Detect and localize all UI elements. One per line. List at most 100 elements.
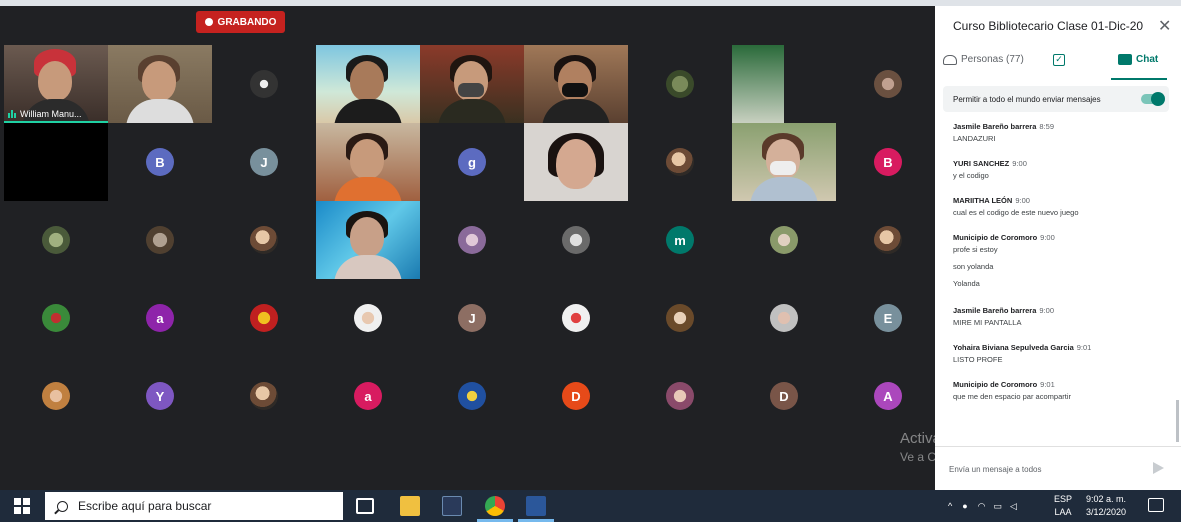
participant-tile[interactable] <box>212 279 316 357</box>
participant-tile[interactable] <box>732 123 836 201</box>
participant-tile[interactable] <box>4 357 108 435</box>
participant-tile[interactable] <box>212 45 316 123</box>
chevron-up-icon[interactable]: ^ <box>948 501 952 511</box>
participant-tile-featured[interactable]: William Manu... <box>4 45 108 123</box>
chat-message: MARIITHA LEÓN 9:00 cual es el codigo de e… <box>953 196 1163 217</box>
participant-tile[interactable] <box>316 201 420 279</box>
word-icon[interactable] <box>526 496 546 516</box>
participant-tile[interactable] <box>316 123 420 201</box>
participant-avatar: m <box>666 226 694 254</box>
chrome-icon[interactable] <box>485 496 505 516</box>
battery-icon[interactable]: ▭ <box>994 501 1003 512</box>
participant-tile[interactable]: E <box>836 279 940 357</box>
participant-tile[interactable] <box>628 123 732 201</box>
wifi-icon[interactable]: ◠ <box>978 501 986 512</box>
tab-chat-label: Chat <box>1136 54 1159 65</box>
participant-tile[interactable]: J <box>420 279 524 357</box>
send-icon[interactable] <box>1153 462 1164 474</box>
participant-tile[interactable]: D <box>732 357 836 435</box>
participant-tile[interactable] <box>524 123 628 201</box>
participant-tile[interactable] <box>108 45 212 123</box>
participant-avatar: J <box>250 148 278 176</box>
message-time: 9:00 <box>1015 196 1030 205</box>
participant-photo <box>562 226 590 254</box>
task-view-icon[interactable] <box>356 498 374 514</box>
notifications-icon[interactable] <box>1148 498 1164 512</box>
participant-tile[interactable] <box>732 279 836 357</box>
participant-tile[interactable] <box>420 201 524 279</box>
participant-tile[interactable]: D <box>524 357 628 435</box>
participant-tile[interactable] <box>212 357 316 435</box>
participant-avatar: J <box>458 304 486 332</box>
message-time: 9:00 <box>1040 233 1055 242</box>
message-text: cual es el codigo de este nuevo juego <box>953 208 1079 217</box>
message-author: MARIITHA LEÓN <box>953 196 1013 205</box>
participant-tile[interactable] <box>628 45 732 123</box>
participant-tile[interactable] <box>836 45 940 123</box>
microphone-icon[interactable]: ● <box>962 501 967 511</box>
participant-tile[interactable] <box>4 201 108 279</box>
participant-tile[interactable]: g <box>420 123 524 201</box>
participant-tile[interactable]: a <box>316 357 420 435</box>
participants-grid: William Manu... B J g B m a J E Y a D D … <box>4 45 940 438</box>
participant-photo <box>770 226 798 254</box>
allow-messages-toggle[interactable] <box>1141 92 1165 106</box>
message-text: que me den espacio par acompartir <box>953 392 1071 401</box>
windows-start-icon[interactable] <box>14 498 30 514</box>
participant-tile[interactable] <box>316 279 420 357</box>
participant-video <box>732 123 836 201</box>
participant-tile[interactable]: J <box>212 123 316 201</box>
participant-tile[interactable]: A <box>836 357 940 435</box>
message-text: Yolanda <box>953 279 980 288</box>
participant-tile[interactable] <box>628 357 732 435</box>
audio-level-icon <box>8 110 16 118</box>
participant-photo <box>666 382 694 410</box>
participant-tile[interactable]: m <box>628 201 732 279</box>
participant-tile[interactable]: B <box>108 123 212 201</box>
participant-tile[interactable]: a <box>108 279 212 357</box>
meeting-title: Curso Bibliotecario Clase 01-Dic-20 <box>953 19 1144 33</box>
tab-activities[interactable]: ✓ <box>1053 54 1065 66</box>
tab-chat[interactable]: Chat <box>1118 54 1158 65</box>
participant-avatar: Y <box>146 382 174 410</box>
file-explorer-icon[interactable] <box>400 496 420 516</box>
participant-tile[interactable]: Y <box>108 357 212 435</box>
participant-tile[interactable] <box>420 45 524 123</box>
watermark-title: Activar Windows <box>900 430 1011 447</box>
message-text: profe si estoy <box>953 245 998 254</box>
participant-tile[interactable]: B <box>836 123 940 201</box>
language-indicator[interactable]: ESP LAA <box>1054 490 1072 522</box>
app-icon[interactable] <box>442 496 462 516</box>
participant-tile[interactable] <box>4 279 108 357</box>
chat-scrollbar[interactable] <box>1176 400 1179 442</box>
volume-icon[interactable]: ◁ <box>1010 501 1017 512</box>
participant-tile[interactable] <box>628 279 732 357</box>
close-icon[interactable]: ✕ <box>1158 16 1171 36</box>
participant-tile[interactable] <box>316 45 420 123</box>
taskbar-search[interactable]: Escribe aquí para buscar <box>45 492 343 520</box>
participant-photo <box>458 226 486 254</box>
participant-tile[interactable] <box>212 201 316 279</box>
participant-tile[interactable] <box>4 123 108 201</box>
clock[interactable]: 9:02 a. m. 3/12/2020 <box>1086 490 1126 522</box>
windows-taskbar: Escribe aquí para buscar ^ ● ◠ ▭ ◁ ESP L… <box>0 490 1181 522</box>
participant-tile[interactable] <box>836 201 940 279</box>
participant-tile[interactable] <box>524 279 628 357</box>
participant-tile[interactable] <box>524 201 628 279</box>
participant-photo <box>562 304 590 332</box>
participant-tile[interactable] <box>420 357 524 435</box>
panel-tabs: Personas (77) ✓ Chat <box>935 50 1181 80</box>
message-time: 8:59 <box>1039 122 1054 131</box>
system-tray-icons[interactable]: ^ ● ◠ ▭ ◁ <box>948 490 1017 522</box>
message-text: MIRE MI PANTALLA <box>953 318 1022 327</box>
message-input[interactable]: Envía un mensaje a todos <box>949 465 1042 474</box>
message-text: y el codigo <box>953 171 989 180</box>
message-text: LISTO PROFE <box>953 355 1003 364</box>
participant-video <box>316 45 420 123</box>
participant-tile[interactable] <box>732 45 784 123</box>
participant-tile[interactable] <box>524 45 628 123</box>
speaker-name: William Manu... <box>20 109 82 119</box>
tab-people[interactable]: Personas (77) <box>943 54 1024 65</box>
participant-tile[interactable] <box>108 201 212 279</box>
participant-tile[interactable] <box>732 201 836 279</box>
